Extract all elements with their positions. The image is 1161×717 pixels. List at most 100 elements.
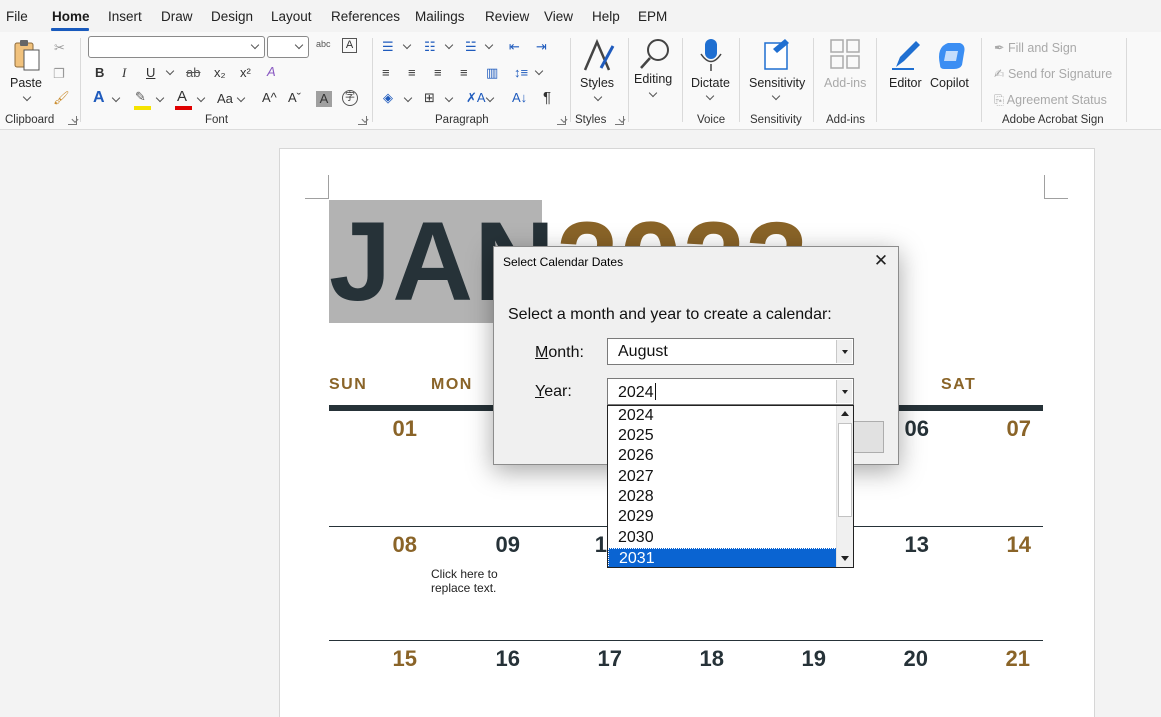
shading-dropdown-icon[interactable] (403, 93, 413, 103)
superscript-button[interactable]: x² (240, 65, 251, 81)
paragraph-launcher-icon[interactable] (557, 116, 566, 125)
copy-icon[interactable]: ❐ (53, 66, 65, 82)
align-left-icon[interactable]: ≡ (382, 65, 390, 81)
borders-icon[interactable]: ⊞ (424, 90, 435, 106)
menu-insert[interactable]: Insert (108, 9, 142, 24)
line-spacing-icon[interactable]: ↕≡ (514, 65, 528, 81)
sensitivity-button[interactable]: Sensitivity (747, 36, 807, 108)
menu-mailings[interactable]: Mailings (415, 9, 465, 24)
menu-draw[interactable]: Draw (161, 9, 193, 24)
menu-help[interactable]: Help (592, 9, 620, 24)
align-center-icon[interactable]: ≡ (408, 65, 416, 81)
editing-button[interactable]: Editing (632, 36, 676, 108)
font-name-combo[interactable] (88, 36, 265, 58)
year-select[interactable]: 2024 (607, 378, 854, 405)
paste-button[interactable]: Paste (6, 36, 46, 106)
bold-button[interactable]: B (95, 65, 104, 81)
subscript-button[interactable]: x₂ (214, 65, 226, 81)
multilevel-dropdown-icon[interactable] (484, 40, 494, 50)
styles-launcher-icon[interactable] (615, 116, 624, 125)
cut-icon[interactable]: ✂ (54, 40, 65, 56)
menu-references[interactable]: References (331, 9, 400, 24)
year-option[interactable]: 2024 (608, 406, 837, 426)
year-option[interactable]: 2028 (608, 487, 837, 507)
justify-icon[interactable]: ≡ (460, 65, 468, 81)
fill-and-sign-button[interactable]: ✒ Fill and Sign (994, 40, 1077, 56)
increase-indent-icon[interactable]: ⇥ (536, 39, 547, 55)
highlight-dropdown-icon[interactable] (155, 93, 165, 103)
day-number: 15 (392, 646, 417, 671)
bullets-dropdown-icon[interactable] (402, 40, 412, 50)
text-effects-dropdown-icon[interactable] (111, 93, 121, 103)
year-option[interactable]: 2026 (608, 446, 837, 466)
year-option[interactable]: 2027 (608, 467, 837, 487)
send-for-signature-button[interactable]: ✍ Send for Signature (994, 66, 1112, 82)
underline-button[interactable]: U (146, 65, 155, 81)
scroll-thumb[interactable] (838, 423, 852, 517)
year-option[interactable]: 2025 (608, 426, 837, 446)
menu-review[interactable]: Review (485, 9, 529, 24)
highlight-color-bar (134, 106, 151, 110)
character-border-icon[interactable]: A (342, 38, 357, 53)
menu-layout[interactable]: Layout (271, 9, 312, 24)
editor-button[interactable]: Editor (886, 36, 926, 96)
dictate-button[interactable]: Dictate (690, 36, 732, 108)
strikethrough-button[interactable]: ab (186, 65, 200, 81)
underline-dropdown-icon[interactable] (165, 66, 175, 76)
grow-font-button[interactable]: A^ (262, 90, 277, 106)
text-effects-button[interactable]: A (93, 90, 105, 106)
menu-file[interactable]: File (6, 9, 28, 24)
add-ins-button[interactable]: Add-ins (820, 36, 870, 96)
asian-layout-dropdown-icon[interactable] (485, 93, 495, 103)
shading-icon[interactable]: ◈ (383, 90, 393, 106)
line-spacing-dropdown-icon[interactable] (534, 66, 544, 76)
scroll-down-icon[interactable] (837, 551, 853, 567)
shrink-font-button[interactable]: Aˇ (288, 90, 301, 106)
year-list-scrollbar[interactable] (836, 406, 853, 567)
show-formatting-marks-button[interactable]: ¶ (543, 90, 551, 106)
year-input-text: 2024 (618, 384, 654, 401)
multilevel-list-icon[interactable]: ☱ (465, 39, 477, 55)
year-option[interactable]: 2030 (608, 528, 837, 548)
clear-formatting-icon[interactable]: abc (316, 36, 331, 52)
font-color-dropdown-icon[interactable] (196, 93, 206, 103)
styles-button[interactable]: Styles (578, 36, 620, 108)
copilot-button[interactable]: Copilot (929, 36, 973, 96)
font-color-button[interactable]: A (177, 89, 187, 105)
align-right-icon[interactable]: ≡ (434, 65, 442, 81)
italic-button[interactable]: I (122, 65, 126, 81)
clear-all-formatting-icon[interactable]: A (267, 64, 276, 80)
highlight-icon[interactable]: ✎ (135, 89, 146, 105)
menu-home[interactable]: Home (52, 9, 90, 24)
menu-epm[interactable]: EPM (638, 9, 667, 24)
numbering-dropdown-icon[interactable] (444, 40, 454, 50)
columns-icon[interactable]: ▥ (486, 65, 498, 81)
change-case-button[interactable]: Aa (217, 91, 233, 107)
year-option-selected[interactable]: 2031 (608, 548, 837, 567)
bullets-icon[interactable]: ☰ (382, 39, 394, 55)
month-dropdown-button[interactable] (836, 340, 852, 363)
agreement-status-button[interactable]: ⎘ Agreement Status (994, 92, 1107, 108)
borders-dropdown-icon[interactable] (444, 93, 454, 103)
asian-layout-icon[interactable]: ✗A (466, 90, 486, 106)
year-option[interactable]: 2029 (608, 507, 837, 527)
scroll-up-icon[interactable] (837, 406, 853, 422)
month-select[interactable]: August (607, 338, 854, 365)
decrease-indent-icon[interactable]: ⇤ (509, 39, 520, 55)
placeholder-text[interactable]: Click here to replace text. (431, 567, 498, 595)
format-painter-icon[interactable]: 🖌 (53, 90, 70, 106)
sort-icon[interactable]: A↓ (512, 90, 527, 106)
font-size-combo[interactable] (267, 36, 309, 58)
year-dropdown-button[interactable] (836, 380, 852, 403)
numbering-icon[interactable]: ☷ (424, 39, 436, 55)
character-shading-icon[interactable]: A (316, 91, 332, 107)
clipboard-launcher-icon[interactable] (68, 116, 77, 125)
enclose-characters-icon[interactable]: 字 (342, 90, 358, 106)
font-launcher-icon[interactable] (358, 116, 367, 125)
year-dropdown-list[interactable]: 2024 2025 2026 2027 2028 2029 2030 2031 (607, 405, 854, 568)
add-ins-label: Add-ins (824, 76, 867, 90)
menu-view[interactable]: View (544, 9, 573, 24)
close-icon[interactable]: ✕ (870, 250, 892, 272)
change-case-dropdown-icon[interactable] (236, 93, 246, 103)
menu-design[interactable]: Design (211, 9, 253, 24)
